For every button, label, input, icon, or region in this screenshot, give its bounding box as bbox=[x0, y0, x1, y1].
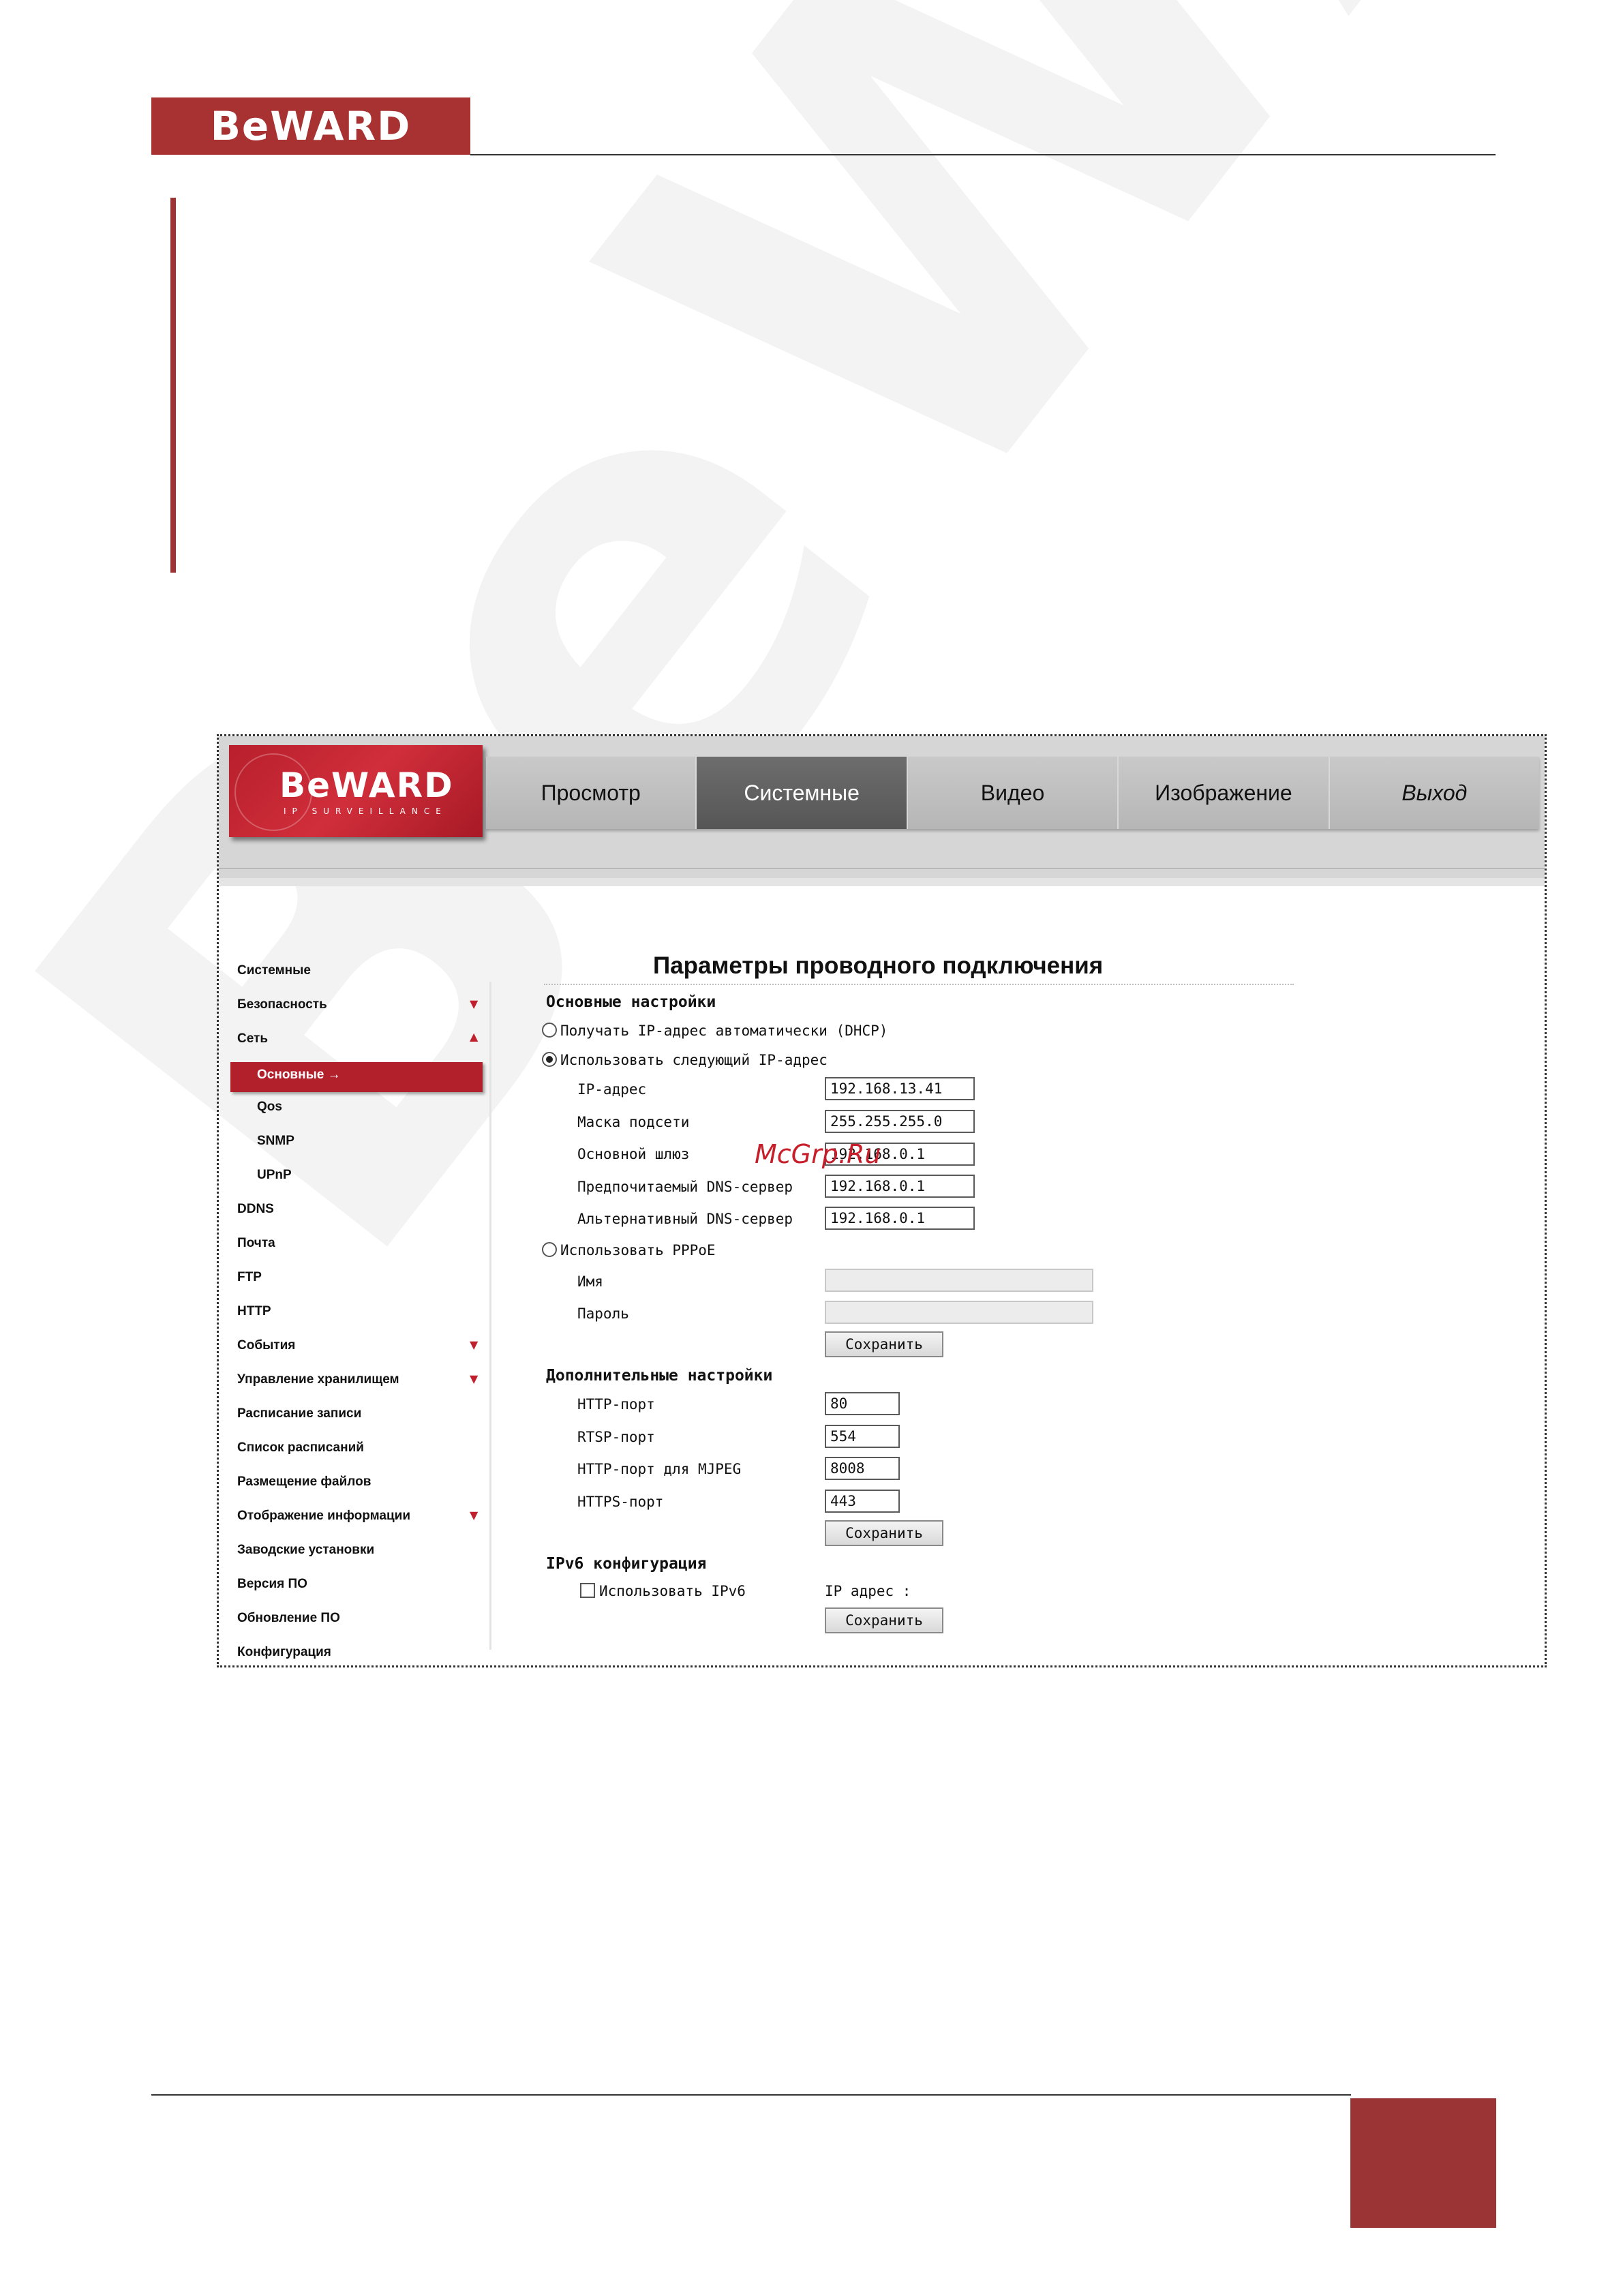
sidebar-item-qos[interactable]: Qos bbox=[257, 1100, 282, 1115]
page-title: Параметры проводного подключения bbox=[653, 952, 1104, 979]
top-band-divider bbox=[219, 868, 1545, 869]
sidebar-item-file-location[interactable]: Размещение файлов bbox=[237, 1475, 371, 1490]
sidebar-item-storage[interactable]: Управление хранилищем bbox=[237, 1372, 399, 1387]
header-divider bbox=[470, 154, 1496, 155]
tab-video[interactable]: Видео bbox=[908, 757, 1119, 829]
ipv6-use-label: Использовать IPv6 bbox=[599, 1583, 746, 1599]
camera-logo-subtitle: IP SURVEILLANCE bbox=[284, 806, 447, 816]
pppoe-name-input[interactable] bbox=[825, 1269, 1093, 1292]
sidebar-item-ftp[interactable]: FTP bbox=[237, 1270, 262, 1285]
ipv6-heading: IPv6 конфигурация bbox=[546, 1555, 707, 1573]
pppoe-password-input[interactable] bbox=[825, 1301, 1093, 1324]
sidebar-item-firmware-update[interactable]: Обновление ПО bbox=[237, 1611, 340, 1626]
tab-system[interactable]: Системные bbox=[697, 757, 908, 829]
extra-settings-heading: Дополнительные настройки bbox=[546, 1367, 773, 1385]
mjpeg-port-label: HTTP-порт для MJPEG bbox=[577, 1461, 742, 1477]
static-ip-label: Использовать следующий IP-адрес bbox=[560, 1052, 828, 1068]
tab-logout[interactable]: Выход bbox=[1330, 757, 1539, 829]
save-extra-button[interactable]: Сохранить bbox=[825, 1520, 943, 1546]
sidebar-item-mail[interactable]: Почта bbox=[237, 1236, 275, 1251]
sidebar-item-info-display[interactable]: Отображение информации bbox=[237, 1509, 410, 1524]
basic-settings-heading: Основные настройки bbox=[546, 993, 716, 1011]
sidebar-separator bbox=[489, 982, 491, 1650]
sidebar-item-snmp[interactable]: SNMP bbox=[257, 1134, 294, 1149]
expand-down-icon[interactable]: ▼ bbox=[470, 1338, 478, 1351]
camera-logo: BeWARD IP SURVEILLANCE bbox=[229, 745, 483, 837]
top-band-strip bbox=[219, 878, 1545, 886]
sidebar-item-upnp[interactable]: UPnP bbox=[257, 1168, 292, 1183]
http-port-input[interactable] bbox=[825, 1392, 900, 1415]
page-number-box bbox=[1350, 2098, 1496, 2228]
document-logo: BeWARD bbox=[151, 97, 470, 155]
dns2-input[interactable] bbox=[825, 1207, 975, 1230]
https-port-label: HTTPS-порт bbox=[577, 1494, 664, 1510]
sidebar-item-firmware-version[interactable]: Версия ПО bbox=[237, 1577, 307, 1592]
tab-image[interactable]: Изображение bbox=[1119, 757, 1330, 829]
pppoe-radio[interactable] bbox=[542, 1242, 557, 1257]
overlay-watermark: McGrp.Ru bbox=[755, 1139, 881, 1169]
pppoe-label: Использовать PPPoE bbox=[560, 1242, 716, 1258]
sidebar-item-basic-label: Основные bbox=[257, 1068, 324, 1082]
https-port-input[interactable] bbox=[825, 1490, 900, 1513]
gateway-label: Основной шлюз bbox=[577, 1146, 690, 1162]
sidebar-item-configuration[interactable]: Конфигурация bbox=[237, 1645, 331, 1660]
save-basic-button[interactable]: Сохранить bbox=[825, 1331, 943, 1357]
main-nav: Просмотр Системные Видео Изображение Вых… bbox=[486, 757, 1539, 829]
pppoe-name-label: Имя bbox=[577, 1273, 603, 1290]
sidebar-item-basic[interactable]: Основные → bbox=[257, 1068, 341, 1083]
mjpeg-port-input[interactable] bbox=[825, 1457, 900, 1480]
dns1-input[interactable] bbox=[825, 1175, 975, 1198]
rtsp-port-label: RTSP-порт bbox=[577, 1429, 655, 1445]
title-underline bbox=[544, 984, 1294, 985]
sidebar-item-factory-reset[interactable]: Заводские установки bbox=[237, 1543, 374, 1558]
dhcp-label: Получать IP-адрес автоматически (DHCP) bbox=[560, 1023, 888, 1039]
dns2-label: Альтернативный DNS-сервер bbox=[577, 1211, 793, 1227]
footer-divider bbox=[151, 2094, 1351, 2096]
sidebar-item-schedule-list[interactable]: Список расписаний bbox=[237, 1440, 364, 1455]
ipv6-address-label: IP адрес : bbox=[825, 1583, 911, 1599]
save-ipv6-button[interactable]: Сохранить bbox=[825, 1607, 943, 1633]
sidebar-item-system[interactable]: Системные bbox=[237, 963, 311, 978]
sidebar-item-record-schedule[interactable]: Расписание записи bbox=[237, 1406, 361, 1421]
ipv6-checkbox[interactable] bbox=[580, 1583, 595, 1598]
sidebar-item-events[interactable]: События bbox=[237, 1338, 295, 1353]
subnet-mask-input[interactable] bbox=[825, 1110, 975, 1133]
dns1-label: Предпочитаемый DNS-сервер bbox=[577, 1179, 793, 1195]
camera-logo-text: BeWARD bbox=[279, 766, 454, 805]
http-port-label: HTTP-порт bbox=[577, 1396, 655, 1413]
expand-down-icon[interactable]: ▼ bbox=[470, 1372, 478, 1385]
arrow-right-icon: → bbox=[327, 1068, 341, 1082]
expand-down-icon[interactable]: ▼ bbox=[470, 1509, 478, 1522]
expand-down-icon[interactable]: ▼ bbox=[470, 997, 478, 1010]
pppoe-password-label: Пароль bbox=[577, 1305, 629, 1322]
ip-label: IP-адрес bbox=[577, 1081, 647, 1098]
collapse-up-icon[interactable]: ▲ bbox=[470, 1030, 478, 1043]
sidebar-item-ddns[interactable]: DDNS bbox=[237, 1202, 274, 1217]
sidebar-item-network[interactable]: Сеть bbox=[237, 1031, 268, 1046]
sidebar-item-security[interactable]: Безопасность bbox=[237, 997, 327, 1012]
document-logo-text: BeWARD bbox=[210, 103, 412, 149]
accent-bar bbox=[170, 198, 176, 573]
rtsp-port-input[interactable] bbox=[825, 1425, 900, 1448]
tab-view[interactable]: Просмотр bbox=[486, 757, 697, 829]
ip-address-input[interactable] bbox=[825, 1077, 975, 1100]
dhcp-radio[interactable] bbox=[542, 1023, 557, 1038]
static-ip-radio[interactable] bbox=[542, 1052, 557, 1067]
mask-label: Маска подсети bbox=[577, 1114, 690, 1130]
sidebar-item-http[interactable]: HTTP bbox=[237, 1304, 271, 1319]
